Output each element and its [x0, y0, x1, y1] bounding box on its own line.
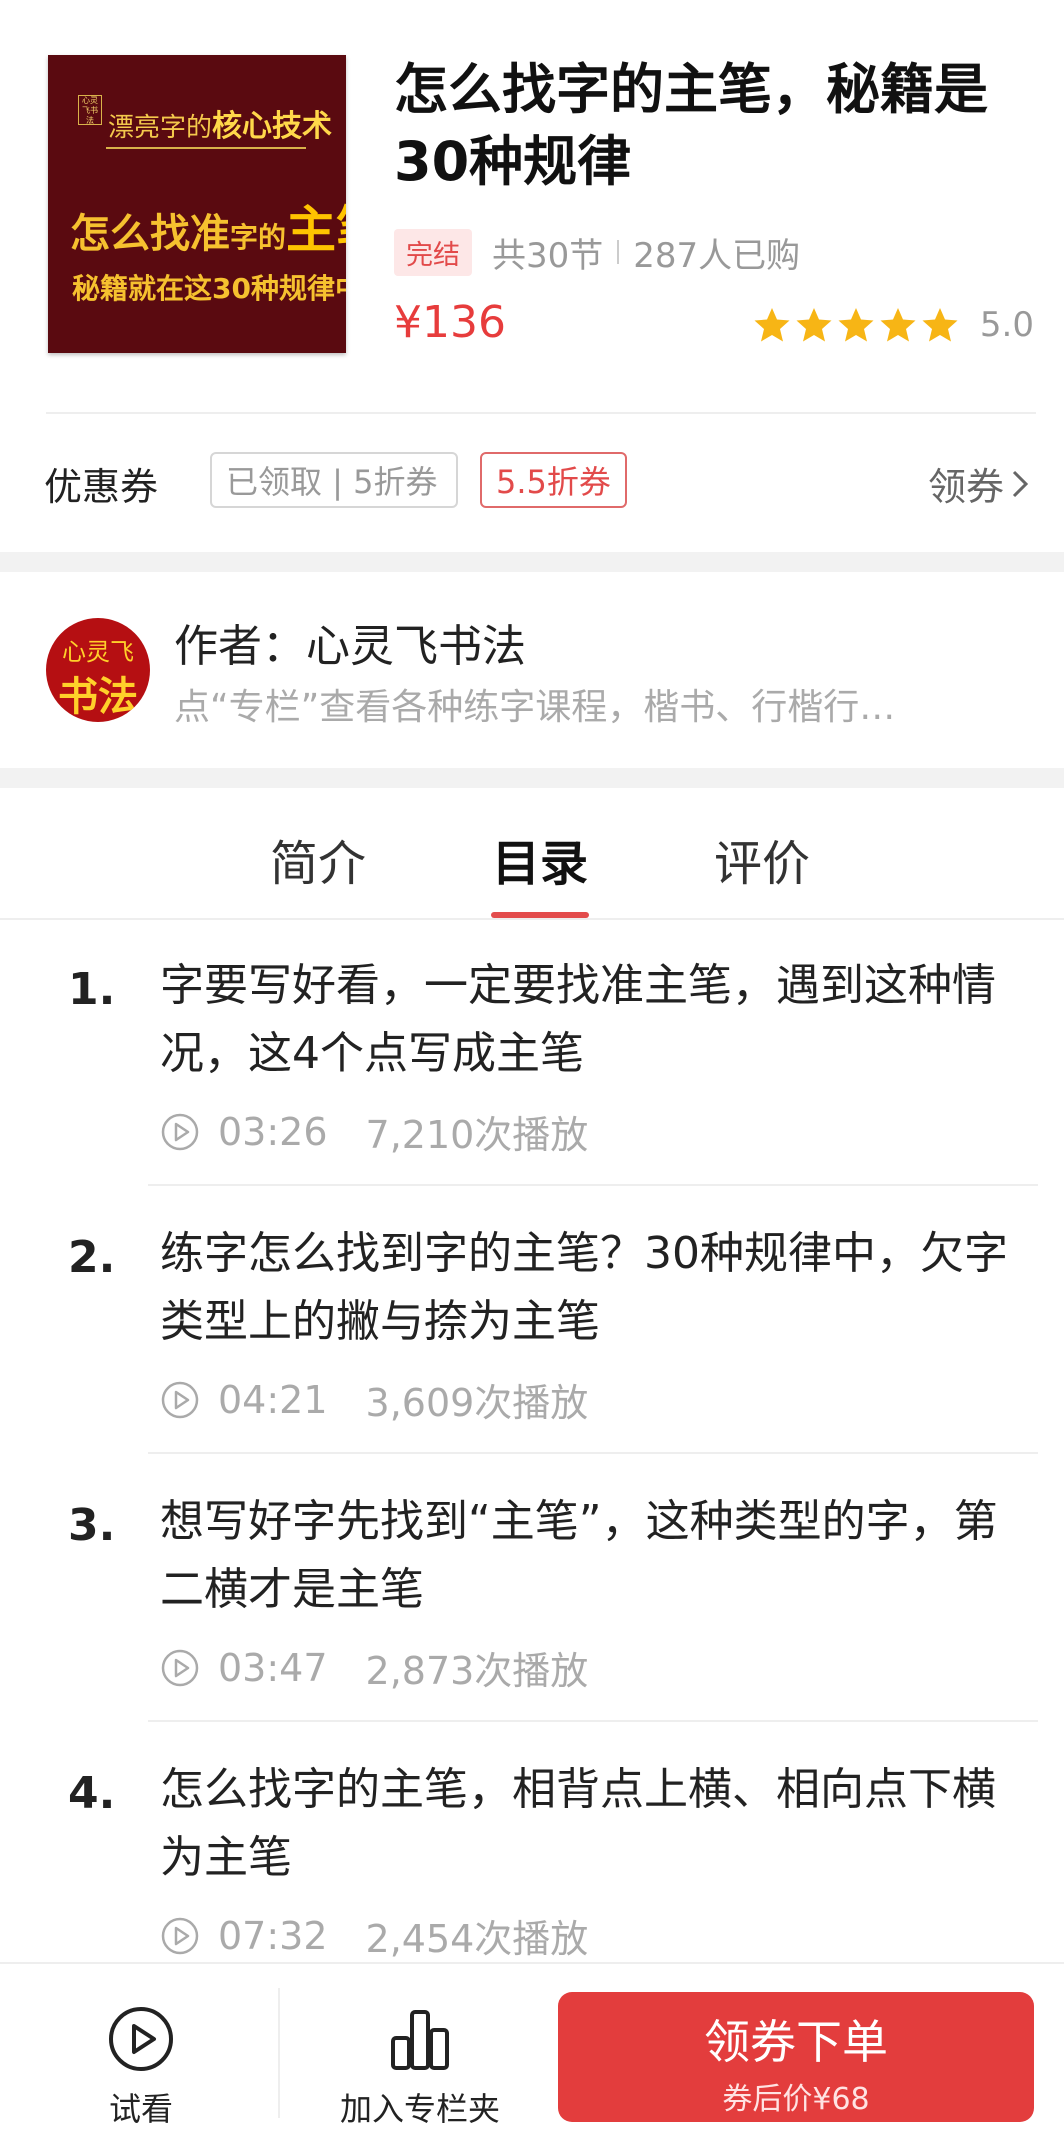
lesson-duration: 03:26	[218, 1109, 328, 1154]
lesson-title: 字要写好看，一定要找准主笔，遇到这种情况，这4个点写成主笔	[160, 960, 996, 1079]
lesson-stats: 04:21 3,609次播放	[160, 1372, 588, 1427]
avatar-text-top: 心灵飞	[62, 638, 134, 666]
play-circle-icon	[161, 1113, 199, 1150]
course-price: ¥136	[394, 297, 506, 348]
meta-divider	[617, 240, 620, 264]
divider	[278, 1988, 280, 2118]
lesson-plays: 7,210次播放	[365, 1113, 589, 1157]
lesson-duration: 04:21	[218, 1377, 328, 1422]
tab-intro[interactable]: 简介	[270, 824, 366, 894]
star-icon	[922, 308, 958, 342]
cover-line-1: 漂亮字的核心技术	[108, 109, 333, 144]
course-header: 心灵飞书法 漂亮字的核心技术 怎么找准字的主笔 秘籍就在这30种规律中 怎么找字…	[0, 0, 1064, 414]
play-circle-icon	[161, 1381, 199, 1418]
play-circle-icon	[161, 1917, 199, 1954]
rating-stars	[752, 305, 962, 345]
coupon-label: 优惠券	[44, 465, 159, 509]
lesson-title: 怎么找字的主笔，相背点上横、相向点下横为主笔	[160, 1764, 996, 1883]
coupon-row[interactable]: 优惠券 已领取 | 5折券 5.5折券 领券	[0, 420, 1064, 540]
lesson-stats: 03:47 2,873次播放	[160, 1640, 588, 1695]
lesson-title: 练字怎么找到字的主笔？30种规律中，欠字类型上的撇与捺为主笔	[160, 1228, 1008, 1347]
section-gap	[0, 768, 1064, 788]
tab-reviews[interactable]: 评价	[714, 824, 810, 894]
tab-bar: 简介 目录 评价	[0, 788, 1064, 918]
lesson-plays: 2,454次播放	[365, 1917, 589, 1961]
course-meta: 完结 共30节 287人已购	[394, 228, 800, 276]
lesson-stats: 07:32 2,454次播放	[160, 1908, 588, 1963]
buy-with-coupon-button[interactable]: 领券下单 券后价¥68	[558, 1992, 1034, 2122]
trial-label: 试看	[108, 2090, 173, 2128]
lesson-duration: 07:32	[218, 1913, 328, 1958]
get-coupon-button[interactable]: 领券	[928, 456, 1034, 511]
star-icon	[880, 308, 916, 342]
lesson-stats: 03:26 7,210次播放	[160, 1104, 588, 1159]
course-title: 怎么找字的主笔，秘籍是30种规律	[394, 58, 988, 193]
trial-button[interactable]: 试看	[104, 2004, 178, 2130]
author-description: 点“专栏”查看各种练字课程，楷书、行楷行…	[174, 687, 896, 728]
author-avatar[interactable]: 心灵飞 书法	[46, 618, 150, 722]
lesson-number: 2.	[68, 1232, 116, 1283]
purchased-count: 287人已购	[633, 235, 801, 276]
play-circle-icon	[109, 2007, 173, 2071]
author-row[interactable]: 心灵飞 书法 作者：心灵飞书法 点“专栏”查看各种练字课程，楷书、行楷行…	[0, 572, 1064, 768]
section-gap	[0, 552, 1064, 572]
lessons-count: 共30节	[492, 235, 604, 276]
cover-line-3: 秘籍就在这30种规律中	[72, 272, 346, 305]
add-to-folder-button[interactable]: 加入专栏夹	[336, 2004, 504, 2130]
price-after-coupon: 券后价¥68	[722, 2082, 870, 2117]
lesson-plays: 2,873次播放	[365, 1649, 589, 1693]
chevron-right-icon	[1012, 470, 1029, 497]
star-icon	[754, 308, 790, 342]
coupon-available[interactable]: 5.5折券	[480, 452, 627, 508]
lesson-item[interactable]: 1. 字要写好看，一定要找准主笔，遇到这种情况，这4个点写成主笔 03:26 7…	[0, 920, 1064, 1188]
divider	[46, 412, 1036, 414]
lesson-number: 1.	[68, 964, 116, 1015]
divider	[148, 1184, 1038, 1186]
lesson-number: 3.	[68, 1500, 116, 1551]
star-icon	[838, 308, 874, 342]
lesson-number: 4.	[68, 1768, 116, 1819]
play-circle-icon	[161, 1649, 199, 1686]
course-cover-image[interactable]: 心灵飞书法 漂亮字的核心技术 怎么找准字的主笔 秘籍就在这30种规律中	[48, 55, 346, 353]
tab-catalog[interactable]: 目录	[492, 824, 588, 894]
rating: 5.0	[752, 305, 1034, 345]
lesson-item[interactable]: 3. 想写好字先找到“主笔”，这种类型的字，第二横才是主笔 03:47 2,87…	[0, 1456, 1064, 1724]
avatar-text-bottom: 书法	[58, 674, 138, 720]
divider	[148, 1720, 1038, 1722]
bottom-action-bar: 试看 加入专栏夹 领券下单 券后价¥68	[0, 1962, 1064, 2156]
bar-chart-icon	[391, 2010, 449, 2070]
star-icon	[796, 308, 832, 342]
cover-seal: 心灵飞书法	[78, 95, 102, 125]
buy-label: 领券下单	[704, 2015, 888, 2069]
lesson-title: 想写好字先找到“主笔”，这种类型的字，第二横才是主笔	[160, 1496, 998, 1615]
rating-score: 5.0	[979, 305, 1034, 345]
divider	[148, 1452, 1038, 1454]
cover-line-2: 怎么找准字的主笔	[70, 201, 346, 259]
add-to-folder-label: 加入专栏夹	[339, 2090, 500, 2128]
get-coupon-label: 领券	[927, 465, 1004, 509]
lesson-plays: 3,609次播放	[365, 1381, 589, 1425]
status-badge: 完结	[394, 228, 472, 276]
author-name: 作者：心灵飞书法	[174, 621, 526, 672]
lesson-item[interactable]: 4. 怎么找字的主笔，相背点上横、相向点下横为主笔 07:32 2,454次播放	[0, 1724, 1064, 1992]
cover-underline	[106, 147, 306, 149]
lesson-item[interactable]: 2. 练字怎么找到字的主笔？30种规律中，欠字类型上的撇与捺为主笔 04:21 …	[0, 1188, 1064, 1456]
lesson-duration: 03:47	[218, 1645, 328, 1690]
coupon-claimed[interactable]: 已领取 | 5折券	[210, 452, 458, 508]
